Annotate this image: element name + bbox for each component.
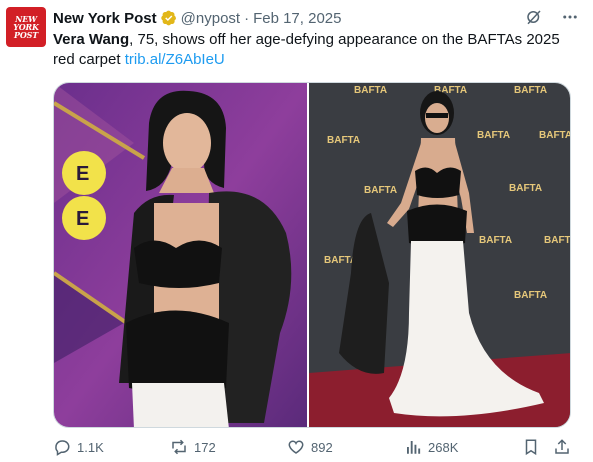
backdrop-logo: BAFTA bbox=[327, 135, 360, 146]
repost-icon bbox=[172, 439, 186, 455]
photo-left[interactable]: E E bbox=[54, 83, 308, 427]
reply-button[interactable]: 1.1K bbox=[53, 438, 104, 456]
logo-line-3: POST bbox=[14, 30, 38, 40]
tweet-link[interactable]: trib.al/Z6AbIeU bbox=[125, 51, 225, 68]
bookmark-icon bbox=[525, 439, 537, 456]
more-options-icon[interactable] bbox=[561, 8, 579, 26]
views-button[interactable]: 268K bbox=[404, 438, 458, 456]
like-button[interactable]: 892 bbox=[287, 438, 333, 456]
backdrop-logo: BAFTA bbox=[509, 183, 542, 194]
account-name[interactable]: New York Post bbox=[53, 10, 157, 27]
media-gallery: E E BAFTA BAFTA BAFTA BAFTA BAFTA BAFTA … bbox=[53, 82, 571, 428]
repost-button[interactable]: 172 bbox=[170, 438, 216, 456]
backdrop-logo: BAFTA bbox=[514, 290, 547, 301]
bookmark-button[interactable] bbox=[522, 438, 540, 456]
avatar[interactable]: NEW YORK POST bbox=[6, 7, 46, 47]
backdrop-logo: BAFTA bbox=[539, 130, 570, 141]
share-button[interactable] bbox=[553, 438, 571, 456]
account-handle[interactable]: @nypost bbox=[181, 10, 240, 27]
share-icon bbox=[555, 439, 569, 454]
post-date[interactable]: Feb 17, 2025 bbox=[253, 10, 341, 27]
tweet-text: Vera Wang, 75, shows off her age-defying… bbox=[53, 30, 583, 70]
backdrop-logo: BAFTA bbox=[544, 235, 570, 246]
views-count: 268K bbox=[428, 439, 459, 455]
ee-sign-1: E bbox=[76, 163, 89, 185]
photo-right[interactable]: BAFTA BAFTA BAFTA BAFTA BAFTA BAFTA BAFT… bbox=[309, 83, 570, 427]
action-bar: 1.1K 172 892 268K bbox=[53, 438, 583, 460]
ee-sign-2: E bbox=[76, 208, 89, 230]
like-count: 892 bbox=[311, 439, 333, 455]
grok-icon[interactable] bbox=[525, 8, 543, 26]
views-icon bbox=[407, 441, 421, 454]
reply-icon bbox=[55, 440, 70, 456]
top-actions bbox=[525, 8, 579, 26]
tweet-header: New York Post @nypost · Feb 17, 2025 bbox=[53, 8, 341, 28]
separator-dot: · bbox=[244, 9, 250, 27]
backdrop-logo: BAFTA bbox=[477, 130, 510, 141]
backdrop-logo: BAFTA bbox=[354, 85, 387, 96]
tweet-card: NEW YORK POST New York Post @nypost · Fe… bbox=[0, 0, 593, 462]
backdrop-logo: BAFTA bbox=[364, 185, 397, 196]
verified-badge-icon bbox=[160, 10, 177, 26]
reply-count: 1.1K bbox=[77, 439, 104, 455]
backdrop-logo: BAFTA bbox=[479, 235, 512, 246]
heart-icon bbox=[288, 440, 304, 454]
tweet-bold-name: Vera Wang bbox=[53, 31, 130, 48]
repost-count: 172 bbox=[194, 439, 216, 455]
backdrop-logo: BAFTA bbox=[514, 85, 547, 96]
